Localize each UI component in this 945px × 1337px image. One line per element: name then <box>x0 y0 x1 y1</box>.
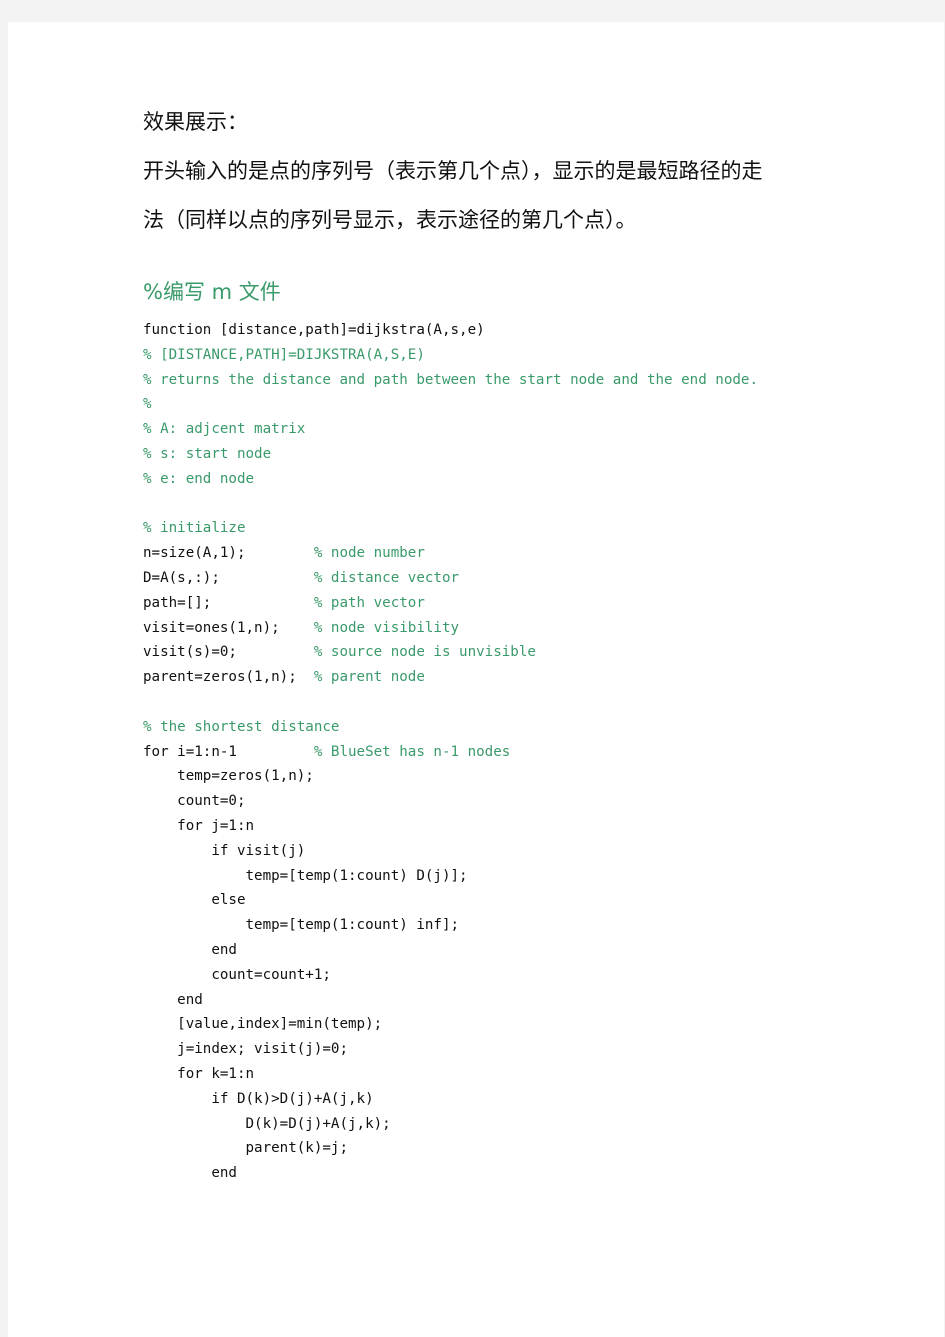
code-text: end <box>143 991 203 1008</box>
code-line: % the shortest distance <box>143 715 758 740</box>
code-comment: % parent node <box>313 669 425 686</box>
code-text: for j=1:n <box>143 817 255 834</box>
code-text: parent(k)=j; <box>143 1140 348 1157</box>
code-comment: % <box>143 396 152 413</box>
code-line: visit(s)=0; % source node is unvisible <box>143 640 758 665</box>
code-text: visit(s)=0; <box>143 644 314 661</box>
paragraph-line-2: 法（同样以点的序列号显示，表示途径的第几个点）。 <box>143 208 637 232</box>
code-text: temp=zeros(1,n); <box>143 768 314 785</box>
code-comment: % the shortest distance <box>143 718 340 735</box>
code-block: function [distance,path]=dijkstra(A,s,e)… <box>143 318 758 1186</box>
code-line: D=A(s,:); % distance vector <box>143 566 758 591</box>
code-line: [value,index]=min(temp); <box>143 1012 758 1037</box>
code-line: count=0; <box>143 789 758 814</box>
code-line: temp=zeros(1,n); <box>143 764 758 789</box>
paragraph-line-1: 开头输入的是点的序列号（表示第几个点），显示的是最短路径的走 <box>143 159 763 183</box>
code-text: for i=1:n-1 <box>143 743 314 760</box>
code-line: % returns the distance and path between … <box>143 368 758 393</box>
code-line: for i=1:n-1 % BlueSet has n-1 nodes <box>143 740 758 765</box>
code-comment: % e: end node <box>143 470 255 487</box>
code-text: end <box>143 941 237 958</box>
code-comment: % source node is unvisible <box>313 644 536 661</box>
code-line: % e: end node <box>143 467 758 492</box>
heading: 效果展示： <box>143 110 248 134</box>
code-comment: % path vector <box>313 594 425 611</box>
code-text: if visit(j) <box>143 842 306 859</box>
code-text: temp=[temp(1:count) inf]; <box>143 917 460 934</box>
code-line: parent(k)=j; <box>143 1136 758 1161</box>
code-comment: % A: adjcent matrix <box>143 421 306 438</box>
code-line: D(k)=D(j)+A(j,k); <box>143 1112 758 1137</box>
section-title: %编写 m 文件 <box>143 280 281 304</box>
code-line: n=size(A,1); % node number <box>143 541 758 566</box>
code-line: function [distance,path]=dijkstra(A,s,e) <box>143 318 758 343</box>
code-text: D=A(s,:); <box>143 569 314 586</box>
code-comment: % initialize <box>143 520 246 537</box>
code-text: for k=1:n <box>143 1065 255 1082</box>
code-comment: % s: start node <box>143 445 272 462</box>
code-line: visit=ones(1,n); % node visibility <box>143 616 758 641</box>
code-comment: % BlueSet has n-1 nodes <box>313 743 511 760</box>
code-text: temp=[temp(1:count) D(j)]; <box>143 867 468 884</box>
code-line: for k=1:n <box>143 1062 758 1087</box>
code-line: end <box>143 938 758 963</box>
code-comment: % distance vector <box>313 569 460 586</box>
code-line: j=index; visit(j)=0; <box>143 1037 758 1062</box>
code-line: end <box>143 1161 758 1186</box>
code-line: if visit(j) <box>143 839 758 864</box>
code-text: j=index; visit(j)=0; <box>143 1041 348 1058</box>
code-comment: % returns the distance and path between … <box>143 371 758 388</box>
code-comment: % node number <box>313 545 425 562</box>
code-text: [value,index]=min(temp); <box>143 1016 383 1033</box>
code-text: count=count+1; <box>143 966 331 983</box>
code-line: % <box>143 392 758 417</box>
code-line: % [DISTANCE,PATH]=DIJKSTRA(A,S,E) <box>143 343 758 368</box>
code-text: visit=ones(1,n); <box>143 619 314 636</box>
code-line: % A: adjcent matrix <box>143 417 758 442</box>
code-line: end <box>143 988 758 1013</box>
code-line: path=[]; % path vector <box>143 591 758 616</box>
code-text: function [distance,path]=dijkstra(A,s,e) <box>143 322 485 338</box>
code-line: if D(k)>D(j)+A(j,k) <box>143 1087 758 1112</box>
code-text: D(k)=D(j)+A(j,k); <box>143 1115 391 1132</box>
code-line: else <box>143 888 758 913</box>
code-line: temp=[temp(1:count) inf]; <box>143 913 758 938</box>
code-line: count=count+1; <box>143 963 758 988</box>
intro-text: 效果展示： 开头输入的是点的序列号（表示第几个点），显示的是最短路径的走 法（同… <box>143 98 823 245</box>
code-text: n=size(A,1); <box>143 545 314 562</box>
code-text: end <box>143 1165 237 1182</box>
code-line: % initialize <box>143 516 758 541</box>
code-text: parent=zeros(1,n); <box>143 669 314 686</box>
code-text: path=[]; <box>143 594 314 611</box>
code-text: else <box>143 892 246 909</box>
code-text: if D(k)>D(j)+A(j,k) <box>143 1090 374 1107</box>
code-line: for j=1:n <box>143 814 758 839</box>
code-comment: % [DISTANCE,PATH]=DIJKSTRA(A,S,E) <box>143 346 425 363</box>
code-comment: % node visibility <box>313 619 460 636</box>
code-line: % s: start node <box>143 442 758 467</box>
code-line: temp=[temp(1:count) D(j)]; <box>143 864 758 889</box>
code-line: parent=zeros(1,n); % parent node <box>143 665 758 690</box>
code-text: count=0; <box>143 793 246 810</box>
